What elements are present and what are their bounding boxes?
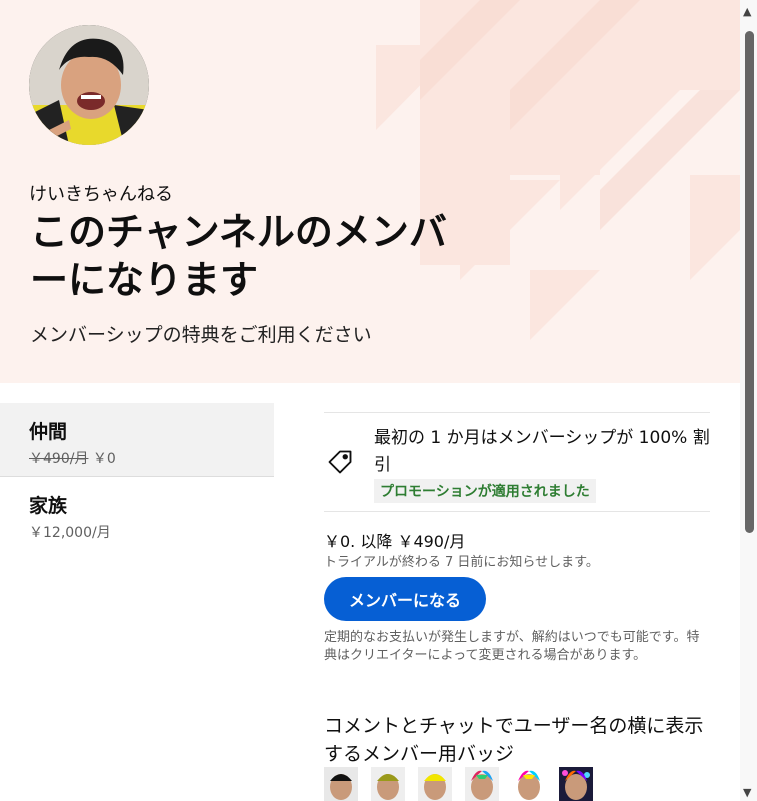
divider: [324, 511, 710, 512]
perk-title: コメントとチャットでユーザー名の横に表示するメンバー用バッジ: [324, 715, 704, 765]
tier-nakama[interactable]: 仲間 ￥490/月 ￥0: [0, 403, 274, 476]
member-badge-icon: [324, 767, 358, 801]
page-title: このチャンネルのメンバーになります: [30, 210, 447, 302]
tier-kazoku[interactable]: 家族 ￥12,000/月: [0, 477, 274, 547]
trial-note: トライアルが終わる 7 日前にお知らせします。: [324, 555, 599, 570]
member-badge-icon: [559, 767, 593, 801]
terms-note: 定期的なお支払いが発生しますが、解約はいつでも可能です。特典はクリエイターによっ…: [324, 630, 700, 663]
scroll-up-arrow-icon[interactable]: ▲: [743, 5, 751, 18]
member-badge-icon: [465, 767, 499, 801]
tier-name: 仲間: [29, 421, 68, 443]
divider: [324, 412, 710, 413]
member-badge-icon: [371, 767, 405, 801]
tier-price: ￥490/月 ￥0: [29, 448, 274, 468]
tier-price: ￥12,000/月: [29, 525, 111, 541]
scroll-down-arrow-icon[interactable]: ▼: [743, 786, 751, 799]
membership-hero: けいきちゃんねる このチャンネルのメンバーになります メンバーシップの特典をご利…: [0, 0, 740, 383]
promo-description: 最初の 1 か月はメンバーシップが 100% 割引: [374, 428, 710, 475]
tier-name: 家族: [29, 495, 68, 517]
scrollbar-thumb[interactable]: [745, 31, 754, 533]
member-badges: [324, 767, 606, 801]
page-subtitle: メンバーシップの特典をご利用ください: [30, 324, 372, 346]
channel-avatar: [29, 25, 149, 145]
member-badge-icon: [418, 767, 452, 801]
join-membership-button[interactable]: メンバーになる: [324, 577, 486, 621]
member-badge-icon: [512, 767, 546, 801]
tag-icon: [326, 448, 354, 476]
tier-original-price: ￥490/月: [29, 451, 89, 467]
price-summary: ￥0. 以降 ￥490/月: [324, 532, 466, 551]
promo-applied-badge: プロモーションが適用されました: [374, 479, 596, 503]
channel-name: けいきちゃんねる: [29, 184, 173, 205]
tier-promo-price: ￥0: [92, 451, 116, 467]
